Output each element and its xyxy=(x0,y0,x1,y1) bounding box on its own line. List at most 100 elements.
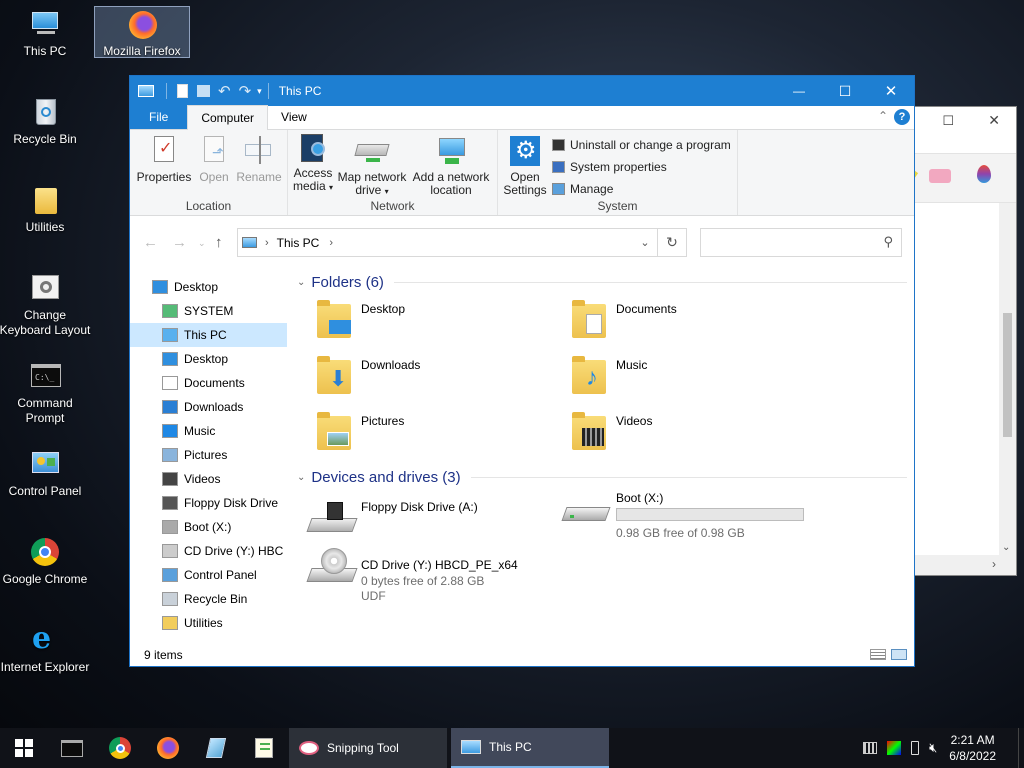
collapse-ribbon-icon[interactable]: ⌃ xyxy=(878,109,888,123)
taskbar-this-pc[interactable]: This PC xyxy=(451,728,609,768)
nav-item[interactable]: This PC xyxy=(130,323,287,347)
customize-quick-access-icon[interactable]: ▾ xyxy=(257,86,262,97)
network-icon[interactable] xyxy=(863,742,878,754)
start-button[interactable] xyxy=(0,728,48,768)
refresh-button[interactable]: ↻ xyxy=(657,229,686,256)
recent-locations-icon[interactable]: ⌄ xyxy=(198,238,206,249)
desktop-icon-control-panel[interactable]: Control Panel xyxy=(0,448,93,499)
color-profile-icon[interactable] xyxy=(887,741,902,755)
nav-item[interactable]: Utilities xyxy=(130,611,287,635)
folder-item[interactable]: Documents xyxy=(550,294,800,346)
vertical-scrollbar[interactable]: ⌄ xyxy=(999,203,1016,555)
explorer-window[interactable]: ↶ ↷ ▾ This PC — ☐ ✕ File Computer View ⌃… xyxy=(129,75,915,667)
maximize-button[interactable]: ☐ xyxy=(822,83,868,100)
taskbar-app-editor[interactable] xyxy=(240,728,288,768)
close-button[interactable]: ✕ xyxy=(868,82,914,100)
redo-icon[interactable]: ↷ xyxy=(239,82,252,100)
drive-item-boot[interactable]: Boot (X:) 0.98 GB free of 0.98 GB xyxy=(550,487,850,540)
folder-item[interactable]: Videos xyxy=(550,406,800,458)
folder-item[interactable]: ♪ Music xyxy=(550,350,800,402)
nav-item[interactable]: Boot (X:) xyxy=(130,515,287,539)
show-desktop-button[interactable] xyxy=(1018,728,1024,768)
system-properties-button[interactable]: System properties xyxy=(552,160,667,174)
taskbar-app-notepad[interactable] xyxy=(192,728,240,768)
desktop-icon-internet-explorer[interactable]: e Internet Explorer xyxy=(0,624,93,675)
manage-button[interactable]: Manage xyxy=(552,182,613,196)
nav-item[interactable]: Floppy Disk Drive xyxy=(130,491,287,515)
search-input[interactable] xyxy=(705,229,875,255)
desktop-icon-label: Control Panel xyxy=(8,484,82,498)
color-drop-icon[interactable] xyxy=(977,165,991,183)
this-pc-icon xyxy=(138,85,154,97)
folder-item[interactable]: Pictures xyxy=(295,406,545,458)
scroll-right-icon[interactable]: › xyxy=(992,557,996,571)
large-icons-view-icon[interactable] xyxy=(891,649,907,660)
nav-item[interactable]: Control Panel xyxy=(130,563,287,587)
open-button[interactable]: ⬏ Open xyxy=(194,136,234,184)
nav-item[interactable]: Pictures xyxy=(130,443,287,467)
horizontal-scrollbar[interactable]: › xyxy=(901,555,1016,575)
up-button[interactable]: ↑ xyxy=(215,234,223,251)
usb-icon[interactable] xyxy=(911,741,920,755)
rename-button[interactable]: Rename xyxy=(234,136,284,184)
scroll-down-icon[interactable]: ⌄ xyxy=(1002,542,1010,553)
address-bar[interactable]: › This PC › ⌄ ↻ xyxy=(237,228,687,257)
nav-item[interactable]: Downloads xyxy=(130,395,287,419)
drive-item-floppy[interactable]: Floppy Disk Drive (A:) xyxy=(295,494,565,544)
desktop-icon-this-pc[interactable]: This PC xyxy=(0,8,93,59)
nav-item[interactable]: SYSTEM xyxy=(130,299,287,323)
nav-item[interactable]: Music xyxy=(130,419,287,443)
title-bar[interactable]: ↶ ↷ ▾ This PC — ☐ ✕ xyxy=(130,76,914,106)
access-media-button[interactable]: Access media ▾ xyxy=(292,132,334,194)
add-network-location-button[interactable]: Add a network location xyxy=(408,136,494,197)
help-icon[interactable]: ? xyxy=(894,109,910,125)
tab-view[interactable]: View xyxy=(268,105,320,129)
desktop-icon-google-chrome[interactable]: Google Chrome xyxy=(0,536,93,587)
nav-item[interactable]: Desktop xyxy=(130,275,287,299)
folder-item[interactable]: Desktop xyxy=(295,294,545,346)
minimize-button[interactable]: — xyxy=(776,84,822,98)
tab-file[interactable]: File xyxy=(130,105,188,129)
new-folder-quick-icon[interactable] xyxy=(197,85,210,97)
desktop-icon-command-prompt[interactable]: C:\_ Command Prompt xyxy=(0,360,93,426)
undo-icon[interactable]: ↶ xyxy=(218,82,231,100)
forward-button[interactable]: → xyxy=(172,234,187,251)
uninstall-program-button[interactable]: Uninstall or change a program xyxy=(552,138,731,152)
desktop-icon-utilities[interactable]: Utilities xyxy=(0,184,93,235)
search-box[interactable]: ⚲ xyxy=(700,228,902,257)
taskbar-snipping-tool[interactable]: Snipping Tool xyxy=(289,728,447,768)
folder-item[interactable]: ⬇ Downloads xyxy=(295,350,545,402)
eraser-icon[interactable] xyxy=(929,169,951,183)
clock[interactable]: 2:21 AM 6/8/2022 xyxy=(949,732,996,764)
open-settings-button[interactable]: ⚙ Open Settings xyxy=(502,136,548,197)
editor-icon xyxy=(255,738,273,758)
close-icon[interactable]: ✕ xyxy=(988,112,1000,129)
drives-section-header[interactable]: ⌄ Devices and drives (3) xyxy=(295,469,907,486)
desktop-icon-recycle-bin[interactable]: Recycle Bin xyxy=(0,96,93,147)
back-button[interactable]: ← xyxy=(143,234,158,251)
folders-section-header[interactable]: ⌄ Folders (6) xyxy=(295,274,907,291)
nav-item[interactable]: Videos xyxy=(130,467,287,491)
desktop-icon-firefox[interactable]: Mozilla Firefox xyxy=(94,6,190,58)
nav-item[interactable]: Desktop xyxy=(130,347,287,371)
taskbar-command-prompt[interactable] xyxy=(48,728,96,768)
map-network-drive-button[interactable]: Map network drive ▾ xyxy=(336,136,408,198)
properties-button[interactable]: ✓ Properties xyxy=(136,136,192,184)
search-icon[interactable]: ⚲ xyxy=(883,234,893,250)
drive-item-cd[interactable]: CD Drive (Y:) HBCD_PE_x64 0 bytes free o… xyxy=(295,540,565,610)
taskbar-firefox[interactable] xyxy=(144,728,192,768)
breadcrumb-this-pc[interactable]: This PC xyxy=(277,236,320,250)
maximize-icon[interactable]: ☐ xyxy=(942,113,954,129)
details-view-icon[interactable] xyxy=(870,649,886,660)
desktop-icon-change-keyboard-layout[interactable]: Change Keyboard Layout xyxy=(0,272,93,338)
taskbar-chrome[interactable] xyxy=(96,728,144,768)
background-window[interactable]: ☐ ✕ ⌄ › xyxy=(900,106,1017,576)
volume-muted-icon[interactable]: 🔇︎ xyxy=(929,740,937,756)
nav-item[interactable]: Documents xyxy=(130,371,287,395)
address-dropdown-icon[interactable]: ⌄ xyxy=(633,236,657,249)
tab-computer[interactable]: Computer xyxy=(187,105,269,130)
keyboard-settings-icon xyxy=(29,272,61,304)
nav-item[interactable]: Recycle Bin xyxy=(130,587,287,611)
nav-item[interactable]: CD Drive (Y:) HBC xyxy=(130,539,287,563)
properties-quick-icon[interactable] xyxy=(177,84,188,98)
